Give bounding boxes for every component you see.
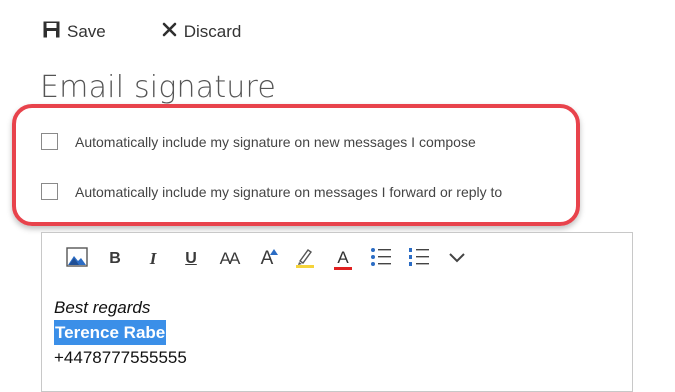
bullets-button[interactable] bbox=[362, 245, 400, 273]
highlight-icon bbox=[294, 246, 316, 273]
font-color-button[interactable]: A bbox=[324, 245, 362, 273]
save-icon bbox=[43, 21, 60, 43]
bold-icon: B bbox=[109, 250, 121, 267]
italic-button[interactable]: I bbox=[134, 245, 172, 273]
underline-button[interactable]: U bbox=[172, 245, 210, 273]
signature-editor[interactable]: B I U AA A A Best regards Terence Rabe +… bbox=[41, 232, 633, 392]
save-label: Save bbox=[67, 22, 106, 41]
bullets-icon bbox=[370, 247, 392, 272]
discard-button[interactable]: Discard bbox=[162, 22, 242, 42]
highlight-button[interactable] bbox=[286, 245, 324, 273]
save-button[interactable]: Save bbox=[43, 21, 106, 43]
underline-icon: U bbox=[185, 250, 197, 267]
insert-picture-button[interactable] bbox=[58, 245, 96, 273]
option-new-messages[interactable]: Automatically include my signature on ne… bbox=[41, 133, 476, 150]
signature-line-greeting: Best regards bbox=[54, 298, 151, 317]
more-options-button[interactable] bbox=[438, 245, 476, 273]
discard-label: Discard bbox=[183, 22, 242, 41]
signature-line-name: Terence Rabe bbox=[54, 320, 167, 345]
font-size-button[interactable]: AA bbox=[210, 245, 248, 273]
signature-line-phone: +4478777555555 bbox=[54, 348, 187, 367]
option-forward-reply-label: Automatically include my signature on me… bbox=[75, 183, 503, 200]
bold-button[interactable]: B bbox=[96, 245, 134, 273]
font-size-icon: AA bbox=[219, 249, 241, 268]
option-forward-reply[interactable]: Automatically include my signature on me… bbox=[41, 183, 502, 200]
numbering-button[interactable] bbox=[400, 245, 438, 273]
italic-icon: I bbox=[149, 249, 157, 268]
font-color-icon: A bbox=[334, 249, 352, 270]
numbering-icon bbox=[408, 247, 430, 272]
command-bar: Save Discard bbox=[43, 20, 241, 44]
signature-content[interactable]: Best regards Terence Rabe +4478777555555 bbox=[54, 295, 187, 370]
close-icon bbox=[162, 22, 177, 42]
insert-picture-icon bbox=[66, 246, 88, 272]
format-toolbar: B I U AA A A bbox=[58, 245, 476, 273]
chevron-down-icon bbox=[449, 250, 465, 268]
checkbox-new-messages[interactable] bbox=[41, 133, 58, 150]
highlight-outline bbox=[12, 104, 580, 226]
page-title: Email signature bbox=[40, 70, 277, 105]
checkbox-forward-reply[interactable] bbox=[41, 183, 58, 200]
grow-font-button[interactable]: A bbox=[248, 245, 286, 273]
grow-arrow-icon bbox=[270, 249, 278, 255]
option-new-messages-label: Automatically include my signature on ne… bbox=[75, 133, 476, 150]
